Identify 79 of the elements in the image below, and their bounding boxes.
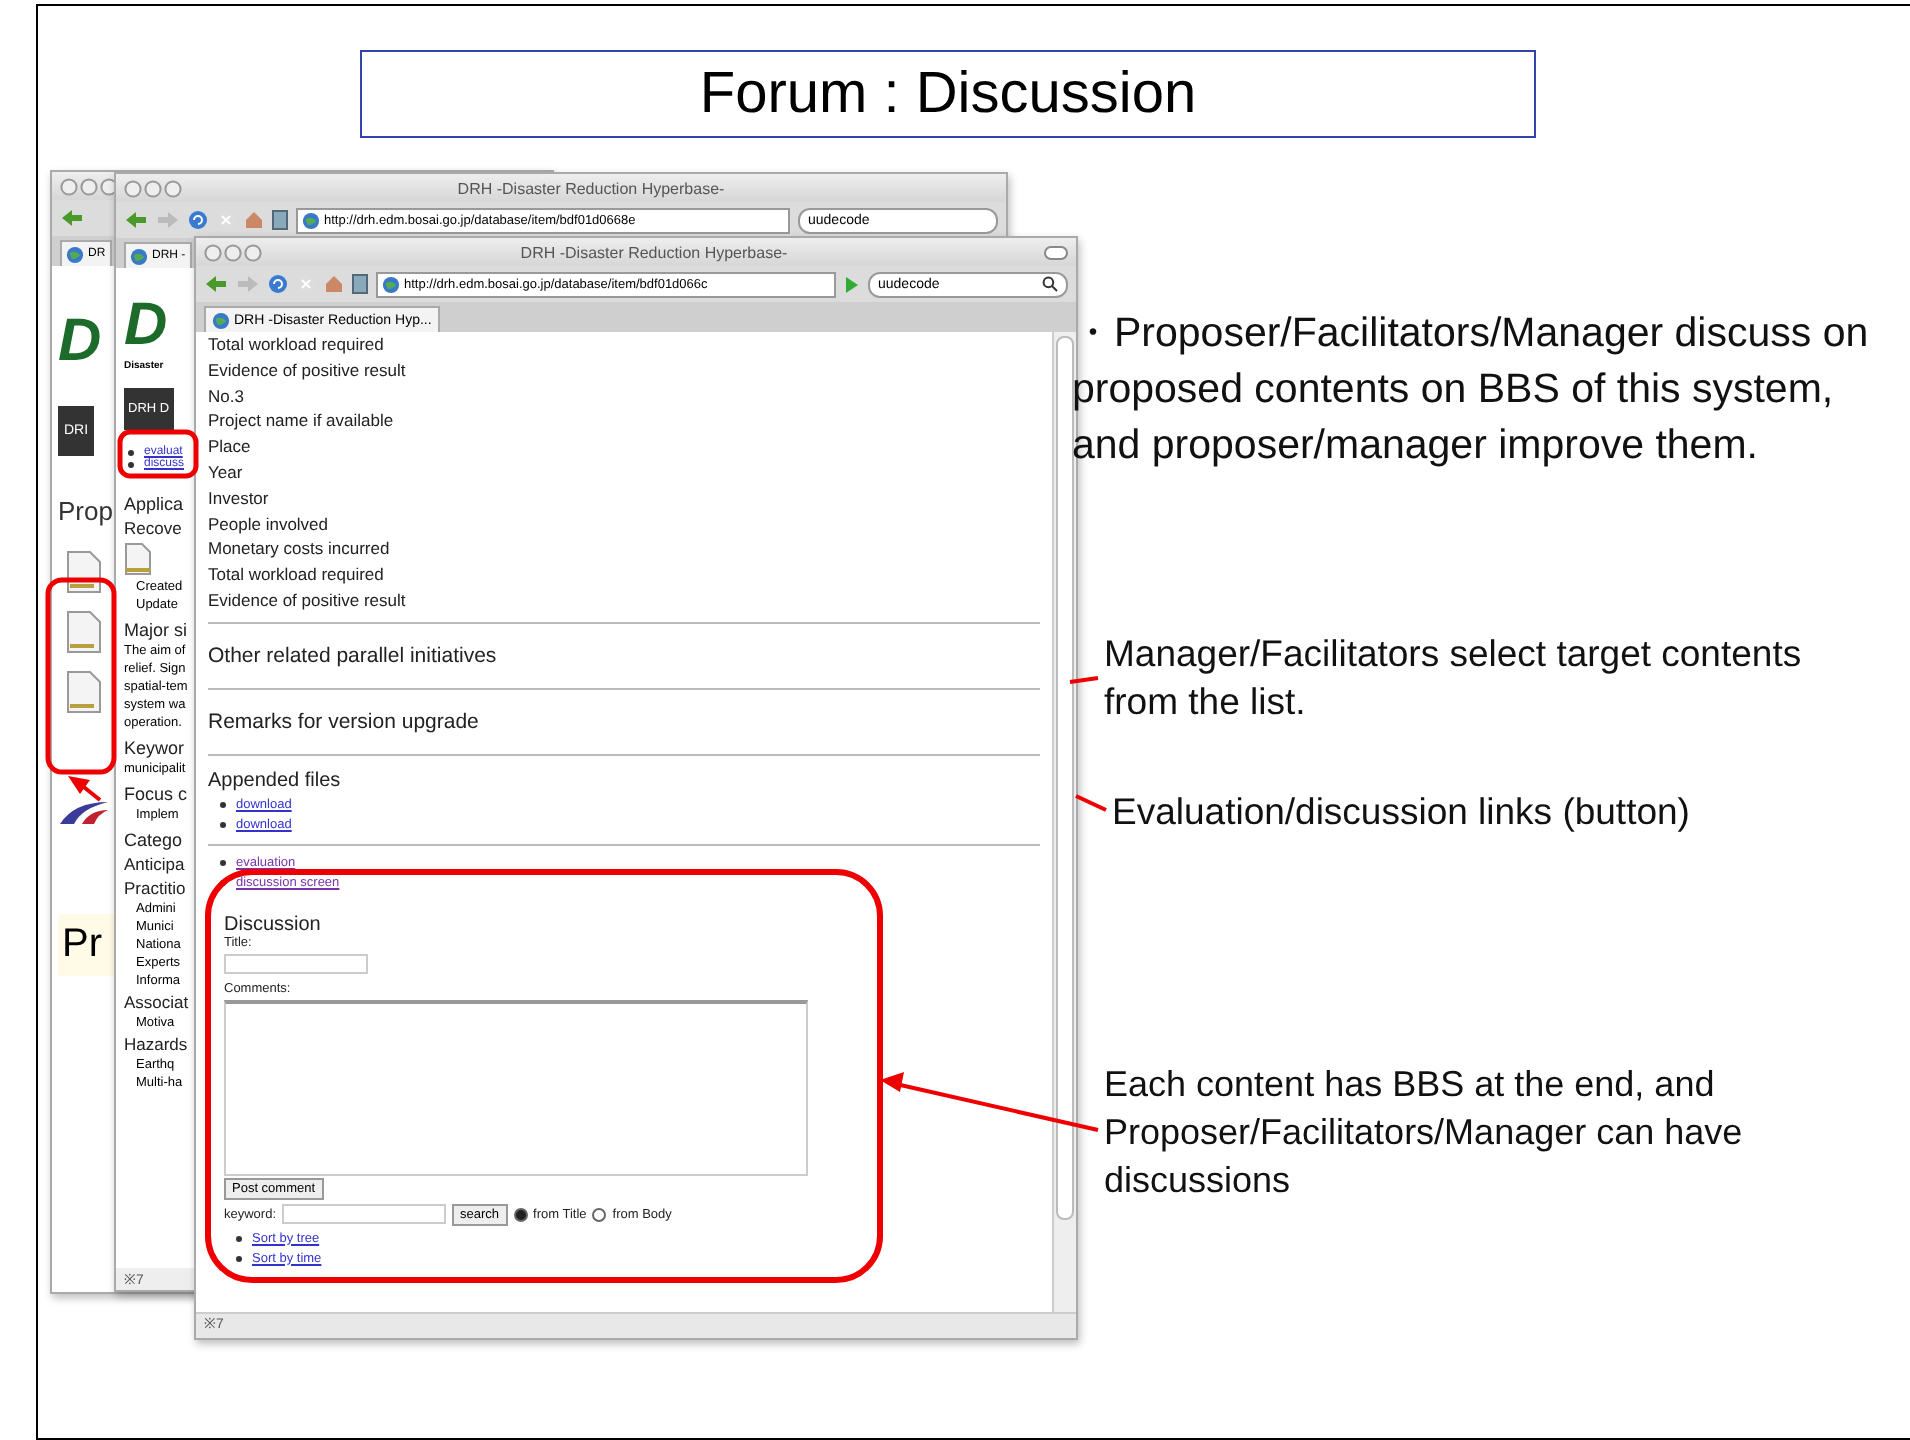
field-label: Monetary costs incurred <box>208 536 392 563</box>
section-heading: Hazards <box>124 1034 188 1054</box>
note-text: Each content has BBS at the end, and Proposer/Facilitators/Manager can have discussions <box>1104 1062 1745 1204</box>
forward-arrow-icon[interactable] <box>156 210 180 230</box>
window-buttons-icon[interactable] <box>124 179 184 197</box>
go-arrow-icon[interactable] <box>844 275 860 293</box>
field-label: Project name if available <box>208 408 396 435</box>
note-text: ・Proposer/Facilitators/Manager discuss on proposed contents on BBS of this system, and proposer/manager improve them. <box>1072 308 1871 472</box>
section-heading: Applica <box>124 494 184 514</box>
comments-textarea[interactable] <box>224 999 808 1176</box>
section-heading: Remarks for version upgrade <box>208 707 481 738</box>
bookmark-icon[interactable] <box>352 274 368 294</box>
slide-title: Forum : Discussion <box>360 50 1536 138</box>
document-icon[interactable] <box>124 542 152 576</box>
globe-icon <box>66 245 84 263</box>
back-arrow-icon[interactable] <box>60 208 84 228</box>
bullet-icon <box>128 461 134 467</box>
section-heading: Keywor <box>124 738 185 758</box>
section-heading: Practitio <box>124 878 186 898</box>
globe-icon <box>130 247 148 265</box>
section-heading: Anticipa <box>124 854 185 874</box>
home-icon[interactable] <box>244 210 264 230</box>
section-heading: Major si <box>124 620 188 640</box>
field-label: Evidence of positive result <box>208 357 408 384</box>
back-arrow-icon[interactable] <box>124 210 148 230</box>
section-heading: Associat <box>124 992 189 1012</box>
radio-button[interactable] <box>592 1207 607 1222</box>
document-icon[interactable] <box>66 610 102 654</box>
back-arrow-icon[interactable] <box>204 274 228 294</box>
window-title: DRH -Disaster Reduction Hyperbase- <box>455 179 727 197</box>
highlight-frame <box>117 429 199 479</box>
bullet-icon <box>220 802 226 809</box>
globe-icon <box>382 275 400 293</box>
globe-icon <box>212 311 230 329</box>
bullet-icon <box>220 860 226 867</box>
window-buttons-icon[interactable] <box>60 177 120 195</box>
section-heading: Recove <box>124 518 182 538</box>
pointer-arrow <box>68 776 102 802</box>
note-text: Evaluation/discussion links (button) <box>1112 790 1692 834</box>
window-title: DRH -Disaster Reduction Hyperbase- <box>518 243 790 261</box>
bullet-icon <box>128 449 134 455</box>
section-heading: Other related parallel initiatives <box>208 641 499 672</box>
site-logo: D <box>124 296 168 356</box>
document-icon[interactable] <box>66 670 102 714</box>
bullet-icon <box>236 1236 242 1243</box>
field-label: People involved <box>208 511 331 537</box>
field-label: Evidence of positive result <box>208 587 408 614</box>
window-buttons-icon[interactable] <box>204 243 264 261</box>
discussion-heading: Discussion <box>224 913 323 936</box>
reload-icon[interactable] <box>188 210 208 230</box>
field-label: Year <box>208 459 245 486</box>
bullet-icon <box>236 1256 242 1263</box>
note-text: Manager/Facilitators select target contents from the list. <box>1104 630 1804 726</box>
reload-icon[interactable] <box>268 274 288 294</box>
keyword-input[interactable] <box>282 1204 447 1225</box>
section-heading: Prop <box>58 496 113 526</box>
section-heading: Catego <box>124 830 183 850</box>
section-heading: Focus c <box>124 784 188 804</box>
field-label: Place <box>208 434 253 460</box>
stop-icon[interactable] <box>216 210 236 230</box>
site-logo: D <box>58 310 102 374</box>
radio-button[interactable] <box>513 1207 528 1222</box>
logo-swirl-icon <box>58 798 110 826</box>
field-label: Total workload required <box>208 332 386 358</box>
field-label: No.3 <box>208 383 246 409</box>
field-label: Total workload required <box>208 562 386 588</box>
section-heading: Appended files <box>208 767 343 792</box>
bullet-icon <box>220 822 226 829</box>
globe-icon <box>302 211 320 229</box>
stop-icon[interactable] <box>296 274 316 294</box>
slide-thumbnail: Pr <box>58 914 118 976</box>
forward-arrow-icon[interactable] <box>236 274 260 294</box>
home-icon[interactable] <box>324 274 344 294</box>
bookmark-icon[interactable] <box>272 210 288 230</box>
title-input[interactable] <box>224 953 368 974</box>
search-icon[interactable] <box>1042 276 1058 292</box>
scrollbar[interactable] <box>1052 332 1076 1312</box>
toolbar-toggle-icon[interactable] <box>1044 245 1068 259</box>
field-label: Investor <box>208 485 271 512</box>
